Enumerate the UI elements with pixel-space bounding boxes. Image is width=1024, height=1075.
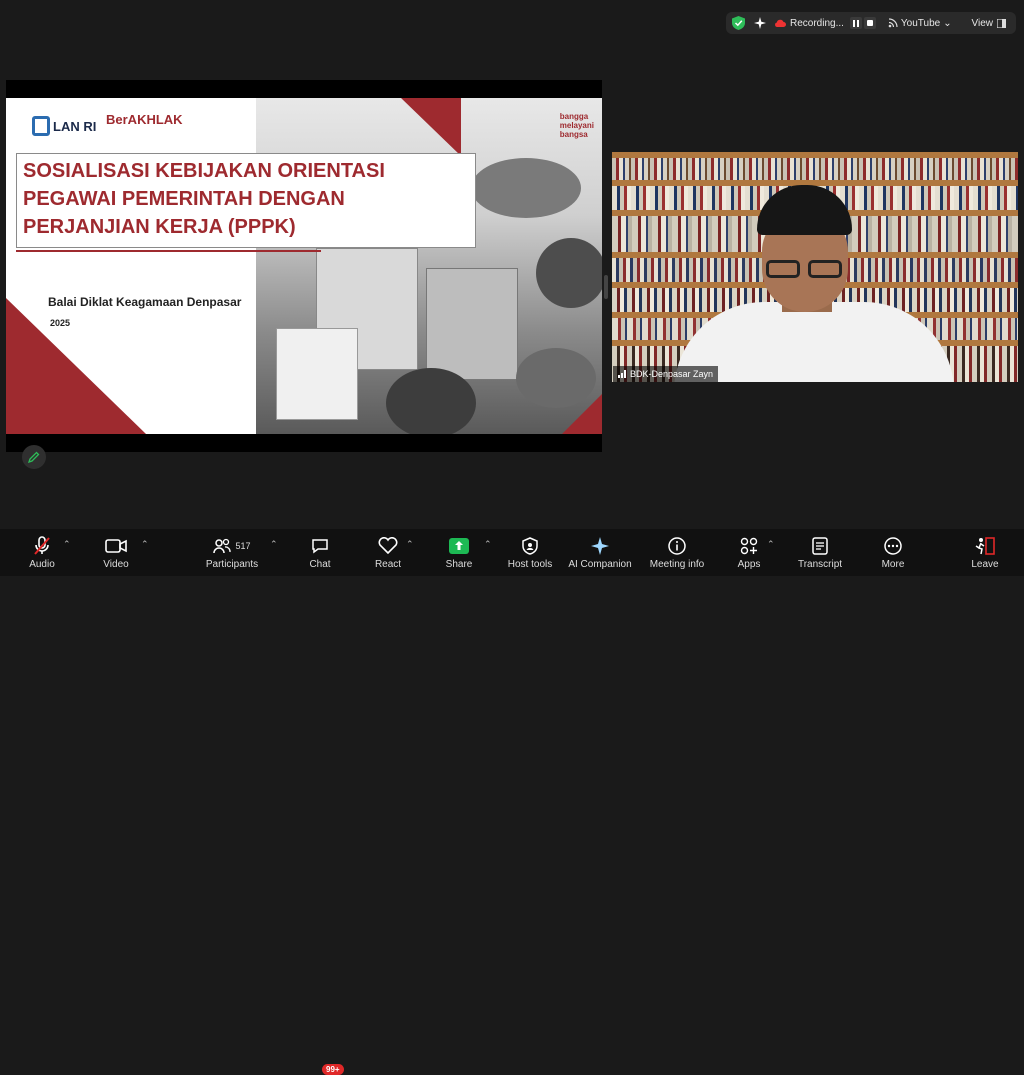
chat-bubble-icon <box>312 538 328 553</box>
cloud-recording-icon <box>775 19 786 27</box>
ai-companion-sparkle-icon[interactable] <box>752 15 768 31</box>
slide-title-line: SOSIALISASI KEBIJAKAN ORIENTASI <box>23 160 385 182</box>
slide-title-line: PERJANJIAN KERJA (PPPK) <box>23 216 296 238</box>
audio-options-chevron-icon[interactable]: ⌃ <box>63 539 71 550</box>
recording-label: Recording... <box>790 17 844 29</box>
meeting-info-button[interactable]: Meeting info <box>646 529 708 576</box>
react-options-chevron-icon[interactable]: ⌃ <box>406 539 414 550</box>
more-button[interactable]: More <box>877 529 909 576</box>
broadcast-icon <box>888 18 898 28</box>
pause-recording-icon[interactable] <box>849 17 862 29</box>
view-label: View <box>971 17 994 29</box>
split-view-resize-handle[interactable] <box>604 275 608 299</box>
livestream-indicator[interactable]: YouTube ⌄ <box>888 18 952 29</box>
react-button[interactable]: React <box>372 529 404 576</box>
view-layout-icon <box>997 18 1006 28</box>
host-tools-button[interactable]: Host tools <box>505 529 555 576</box>
chevron-down-icon: ⌄ <box>943 17 952 29</box>
red-accent-shape <box>6 298 146 434</box>
share-screen-icon <box>449 537 469 554</box>
ai-sparkle-icon <box>591 536 609 555</box>
video-camera-icon <box>105 538 127 553</box>
meeting-status-bar: Recording... YouTube ⌄ View <box>726 12 1016 34</box>
microphone-muted-icon <box>34 535 50 555</box>
video-button[interactable]: Video <box>98 529 134 576</box>
heart-react-icon <box>378 537 398 554</box>
participants-options-chevron-icon[interactable]: ⌃ <box>270 539 278 550</box>
encryption-shield-icon[interactable] <box>730 15 746 31</box>
apps-options-chevron-icon[interactable]: ⌃ <box>767 539 775 550</box>
livestream-label: YouTube <box>900 17 941 29</box>
audio-button[interactable]: Audio <box>24 529 60 576</box>
share-options-chevron-icon[interactable]: ⌃ <box>484 539 492 550</box>
recording-indicator[interactable]: Recording... <box>774 18 844 29</box>
chat-button[interactable]: Chat <box>304 529 336 576</box>
slide-title-line: PEGAWAI PEMERINTAH DENGAN <box>23 188 345 210</box>
ai-companion-button[interactable]: AI Companion <box>566 529 634 576</box>
participant-video-tile[interactable] <box>612 152 1018 382</box>
meeting-toolbar: Audio ⌃ Video ⌃ 517 Participants ⌃ Chat … <box>0 529 1024 1075</box>
participant-name-label: BDK-Denpasar Zayn <box>613 366 719 382</box>
view-button[interactable]: View <box>971 17 1006 29</box>
bangga-melayani-bangsa-logo: bangga melayani bangsa <box>559 112 594 139</box>
participants-icon <box>213 538 232 553</box>
title-underline <box>16 250 321 252</box>
more-dots-icon <box>884 536 902 555</box>
info-icon <box>668 536 686 555</box>
stop-recording-icon[interactable] <box>863 17 876 29</box>
slide-year: 2025 <box>50 318 71 328</box>
transcript-button[interactable]: Transcript <box>795 529 845 576</box>
leave-door-icon <box>975 536 995 555</box>
host-shield-icon <box>522 536 538 555</box>
participants-button[interactable]: 517 Participants <box>203 529 261 576</box>
signal-strength-icon <box>618 370 626 378</box>
apps-button[interactable]: Apps <box>733 529 765 576</box>
red-accent-shape <box>562 394 602 434</box>
share-button[interactable]: Share <box>443 529 475 576</box>
slide-organizer: Balai Diklat Keagamaan Denpasar <box>48 295 242 309</box>
recording-controls <box>849 17 876 29</box>
berakhlak-logo: BerAKHLAK <box>106 112 183 127</box>
pen-icon <box>28 451 40 463</box>
lan-ri-logo: LAN RI <box>32 116 96 136</box>
video-options-chevron-icon[interactable]: ⌃ <box>141 539 149 550</box>
presentation-slide: LAN RI BerAKHLAK bangga melayani bangsa … <box>6 98 602 434</box>
chat-unread-badge: 99+ <box>322 1064 344 1075</box>
red-accent-shape <box>401 98 461 156</box>
shared-screen[interactable]: LAN RI BerAKHLAK bangga melayani bangsa … <box>6 80 602 452</box>
leave-button[interactable]: Leave <box>968 529 1002 576</box>
annotate-pen-button[interactable] <box>22 445 46 469</box>
transcript-document-icon <box>812 536 828 555</box>
slide-title-box: SOSIALISASI KEBIJAKAN ORIENTASI PEGAWAI … <box>16 153 476 248</box>
participants-count: 517 <box>235 540 251 551</box>
apps-grid-icon <box>740 537 758 554</box>
